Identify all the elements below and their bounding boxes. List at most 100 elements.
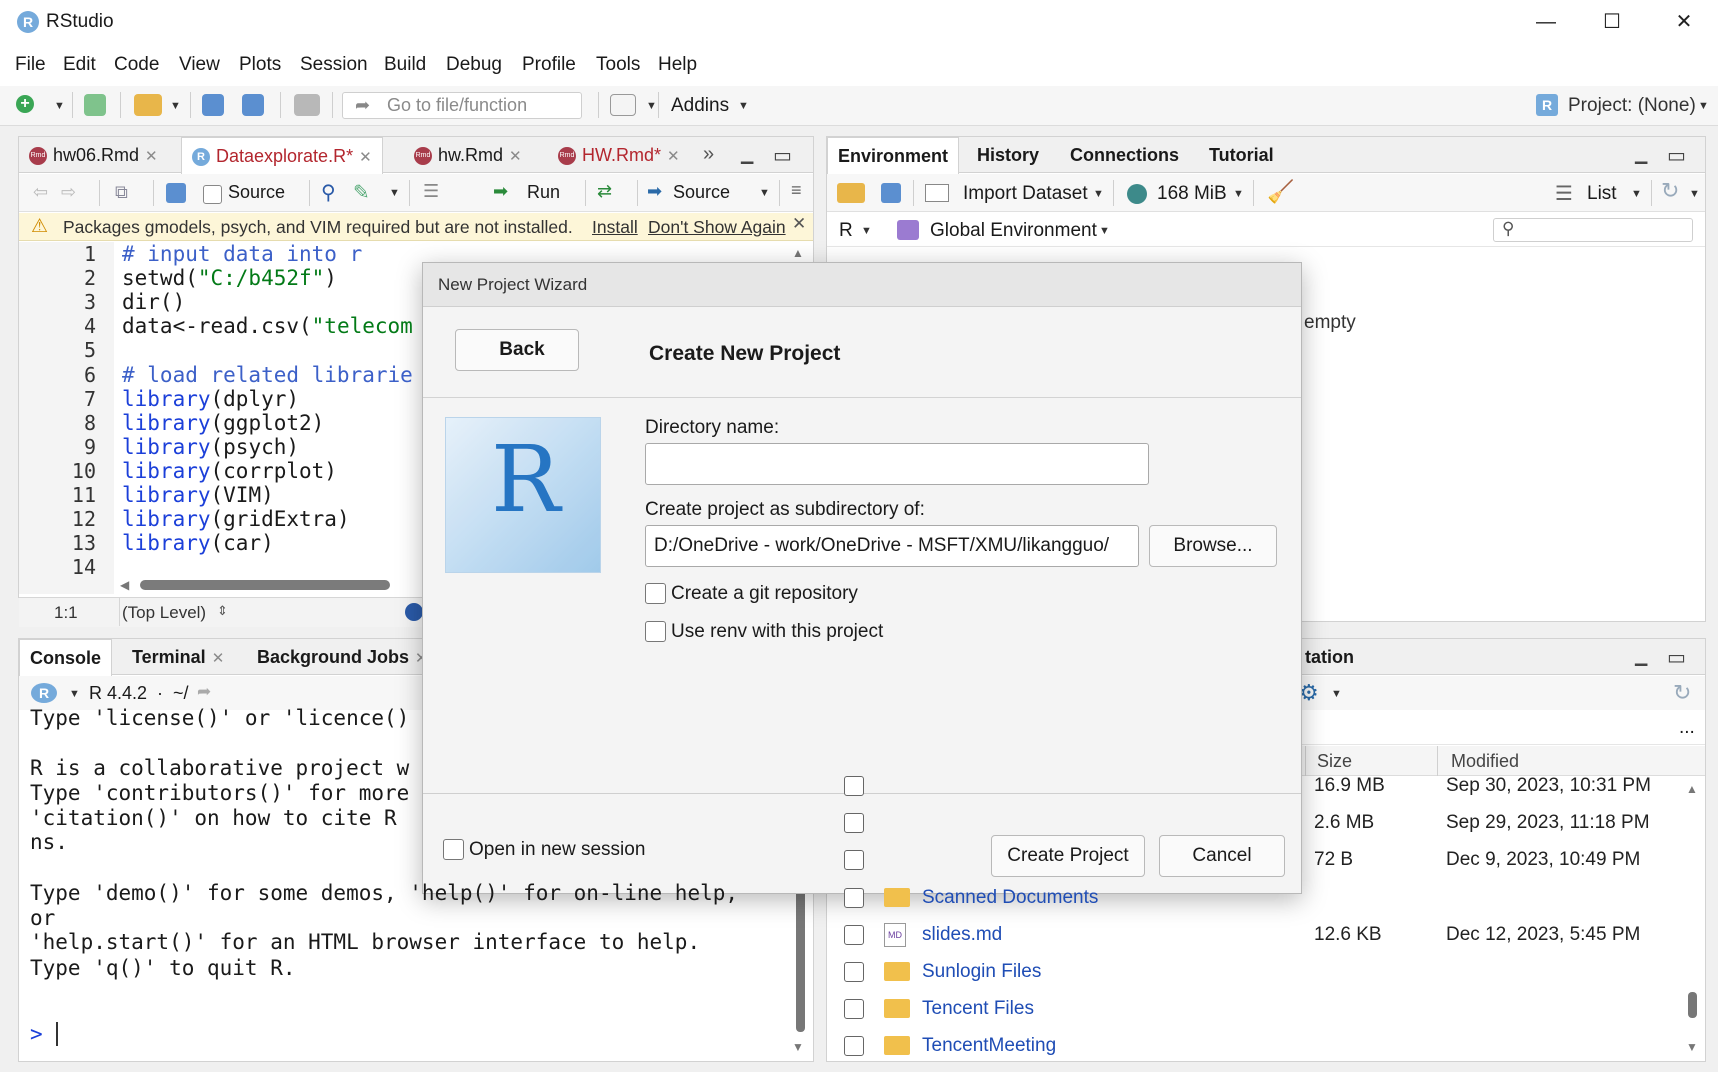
code-line[interactable]: library(ggplot2) xyxy=(122,411,324,435)
code-line[interactable]: library(gridExtra) xyxy=(122,507,350,531)
more-options-button[interactable]: ... xyxy=(1679,717,1695,739)
code-line[interactable]: library(psych) xyxy=(122,435,299,459)
horizontal-scrollbar[interactable] xyxy=(140,580,390,590)
tab-terminal[interactable]: Terminal ✕ xyxy=(122,639,234,675)
cancel-button[interactable]: Cancel xyxy=(1159,835,1285,877)
close-icon[interactable]: ✕ xyxy=(359,149,372,166)
tab-hw06[interactable]: Rmd hw06.Rmd ✕ xyxy=(19,137,168,173)
addins-menu[interactable]: Addins xyxy=(671,95,729,117)
goto-file-input[interactable]: ➦ Go to file/function xyxy=(342,92,582,119)
file-row-checkbox[interactable] xyxy=(844,850,864,870)
column-header-modified[interactable]: Modified xyxy=(1451,751,1519,772)
updown-chevron-icon[interactable]: ⇕ xyxy=(217,603,228,619)
code-line[interactable]: library(VIM) xyxy=(122,483,274,507)
chevron-down-icon[interactable]: ▼ xyxy=(389,187,400,199)
source-arrow-icon[interactable]: ➡ xyxy=(647,181,662,202)
save-icon[interactable] xyxy=(166,183,186,203)
file-row-checkbox[interactable] xyxy=(844,813,864,833)
file-row-checkbox[interactable] xyxy=(844,925,864,945)
file-row-checkbox[interactable] xyxy=(844,962,864,982)
tab-hw[interactable]: Rmd hw.Rmd ✕ xyxy=(404,137,532,173)
menu-help[interactable]: Help xyxy=(658,54,697,76)
close-icon[interactable]: ✕ xyxy=(1664,8,1704,36)
chevron-down-icon[interactable]: ▼ xyxy=(54,100,65,112)
chevron-down-icon[interactable]: ▼ xyxy=(1698,100,1709,112)
code-line[interactable]: # input data into r xyxy=(122,242,362,266)
scroll-down-icon[interactable]: ▼ xyxy=(792,1040,804,1054)
show-in-window-icon[interactable]: ⧉ xyxy=(115,182,128,203)
chevron-down-icon[interactable]: ▼ xyxy=(1099,225,1110,237)
file-name-link[interactable]: Tencent Files xyxy=(922,998,1034,1020)
file-row-checkbox[interactable] xyxy=(844,999,864,1019)
menu-tools[interactable]: Tools xyxy=(596,54,640,76)
save-icon[interactable] xyxy=(202,94,224,116)
minimize-pane-icon[interactable]: ▁ xyxy=(741,145,753,165)
open-in-new-session-checkbox[interactable] xyxy=(443,839,464,860)
chevron-down-icon[interactable]: ▼ xyxy=(170,100,181,112)
scroll-up-icon[interactable]: ▲ xyxy=(792,246,804,260)
minimize-pane-icon[interactable]: ▁ xyxy=(1635,647,1647,667)
load-workspace-icon[interactable] xyxy=(837,183,865,203)
scope-selector[interactable]: (Top Level) xyxy=(122,603,206,623)
file-row-checkbox[interactable] xyxy=(844,776,864,796)
print-icon[interactable] xyxy=(294,94,320,116)
file-row-checkbox[interactable] xyxy=(844,888,864,908)
tab-connections[interactable]: Connections xyxy=(1060,137,1189,173)
code-line[interactable]: library(corrplot) xyxy=(122,459,337,483)
menu-view[interactable]: View xyxy=(179,54,220,76)
browse-button[interactable]: Browse... xyxy=(1149,525,1277,567)
source-on-save-checkbox[interactable] xyxy=(203,185,222,204)
magic-wand-icon[interactable]: ✎ xyxy=(353,180,370,205)
menu-debug[interactable]: Debug xyxy=(446,54,502,76)
open-folder-icon[interactable] xyxy=(134,94,162,116)
files-scrollbar[interactable] xyxy=(1688,992,1697,1018)
memory-usage[interactable]: 168 MiB xyxy=(1157,183,1227,205)
chevron-down-icon[interactable]: ▼ xyxy=(1233,188,1244,200)
maximize-pane-icon[interactable]: ▭ xyxy=(1667,645,1686,670)
back-arrow-icon[interactable]: ⇦ xyxy=(33,182,48,203)
tab-dataexplorate[interactable]: R Dataexplorate.R* ✕ xyxy=(181,137,383,174)
refresh-icon[interactable]: ↻ xyxy=(1673,680,1691,706)
file-row-checkbox[interactable] xyxy=(844,1036,864,1056)
broom-icon[interactable]: 🧹 xyxy=(1267,179,1294,205)
chevron-down-icon[interactable]: ▼ xyxy=(1689,188,1700,200)
tab-presentation[interactable]: tation xyxy=(1305,647,1354,668)
rerun-icon[interactable]: ⇄ xyxy=(597,181,612,202)
tab-background-jobs[interactable]: Background Jobs✕ xyxy=(247,639,438,675)
close-icon[interactable]: ✕ xyxy=(509,148,522,165)
environment-search-input[interactable]: ⚲ xyxy=(1493,218,1693,242)
chevron-down-icon[interactable]: ▼ xyxy=(738,100,749,112)
run-arrow-icon[interactable]: ➡ xyxy=(493,181,508,202)
forward-arrow-icon[interactable]: ⇨ xyxy=(61,182,76,203)
tab-console[interactable]: Console xyxy=(19,639,113,676)
chevron-down-icon[interactable]: ▼ xyxy=(861,225,872,237)
new-file-icon[interactable]: + xyxy=(16,95,34,113)
column-header-size[interactable]: Size xyxy=(1317,751,1352,772)
directory-name-input[interactable] xyxy=(645,443,1149,485)
import-dataset-menu[interactable]: Import Dataset xyxy=(963,183,1088,205)
save-icon[interactable] xyxy=(881,183,901,203)
minimize-icon[interactable]: — xyxy=(1526,8,1566,36)
console-cursor[interactable] xyxy=(56,1022,58,1046)
close-icon[interactable]: ✕ xyxy=(145,148,158,165)
close-icon[interactable]: ✕ xyxy=(792,214,806,234)
new-project-icon[interactable] xyxy=(84,94,106,116)
install-link[interactable]: Install xyxy=(592,217,638,238)
project-icon[interactable]: R xyxy=(1536,94,1558,116)
menu-profile[interactable]: Profile xyxy=(522,54,576,76)
environment-scope[interactable]: Global Environment xyxy=(930,220,1097,242)
info-icon[interactable] xyxy=(405,603,423,621)
chevron-down-icon[interactable]: ▼ xyxy=(1331,688,1342,700)
file-name-link[interactable]: Scanned Documents xyxy=(922,887,1098,909)
file-name-link[interactable]: slides.md xyxy=(922,924,1002,946)
chevron-down-icon[interactable]: ▼ xyxy=(1093,188,1104,200)
scroll-up-icon[interactable]: ▲ xyxy=(1686,782,1698,796)
code-line[interactable]: setwd("C:/b452f") xyxy=(122,266,337,290)
scroll-down-icon[interactable]: ▼ xyxy=(1686,1040,1698,1054)
file-name-link[interactable]: Sunlogin Files xyxy=(922,961,1041,983)
grid-layout-icon[interactable] xyxy=(610,94,636,116)
tab-history[interactable]: History xyxy=(967,137,1049,173)
code-line[interactable]: library(dplyr) xyxy=(122,387,299,411)
maximize-icon[interactable]: ☐ xyxy=(1592,8,1632,36)
code-line[interactable]: dir() xyxy=(122,290,185,314)
